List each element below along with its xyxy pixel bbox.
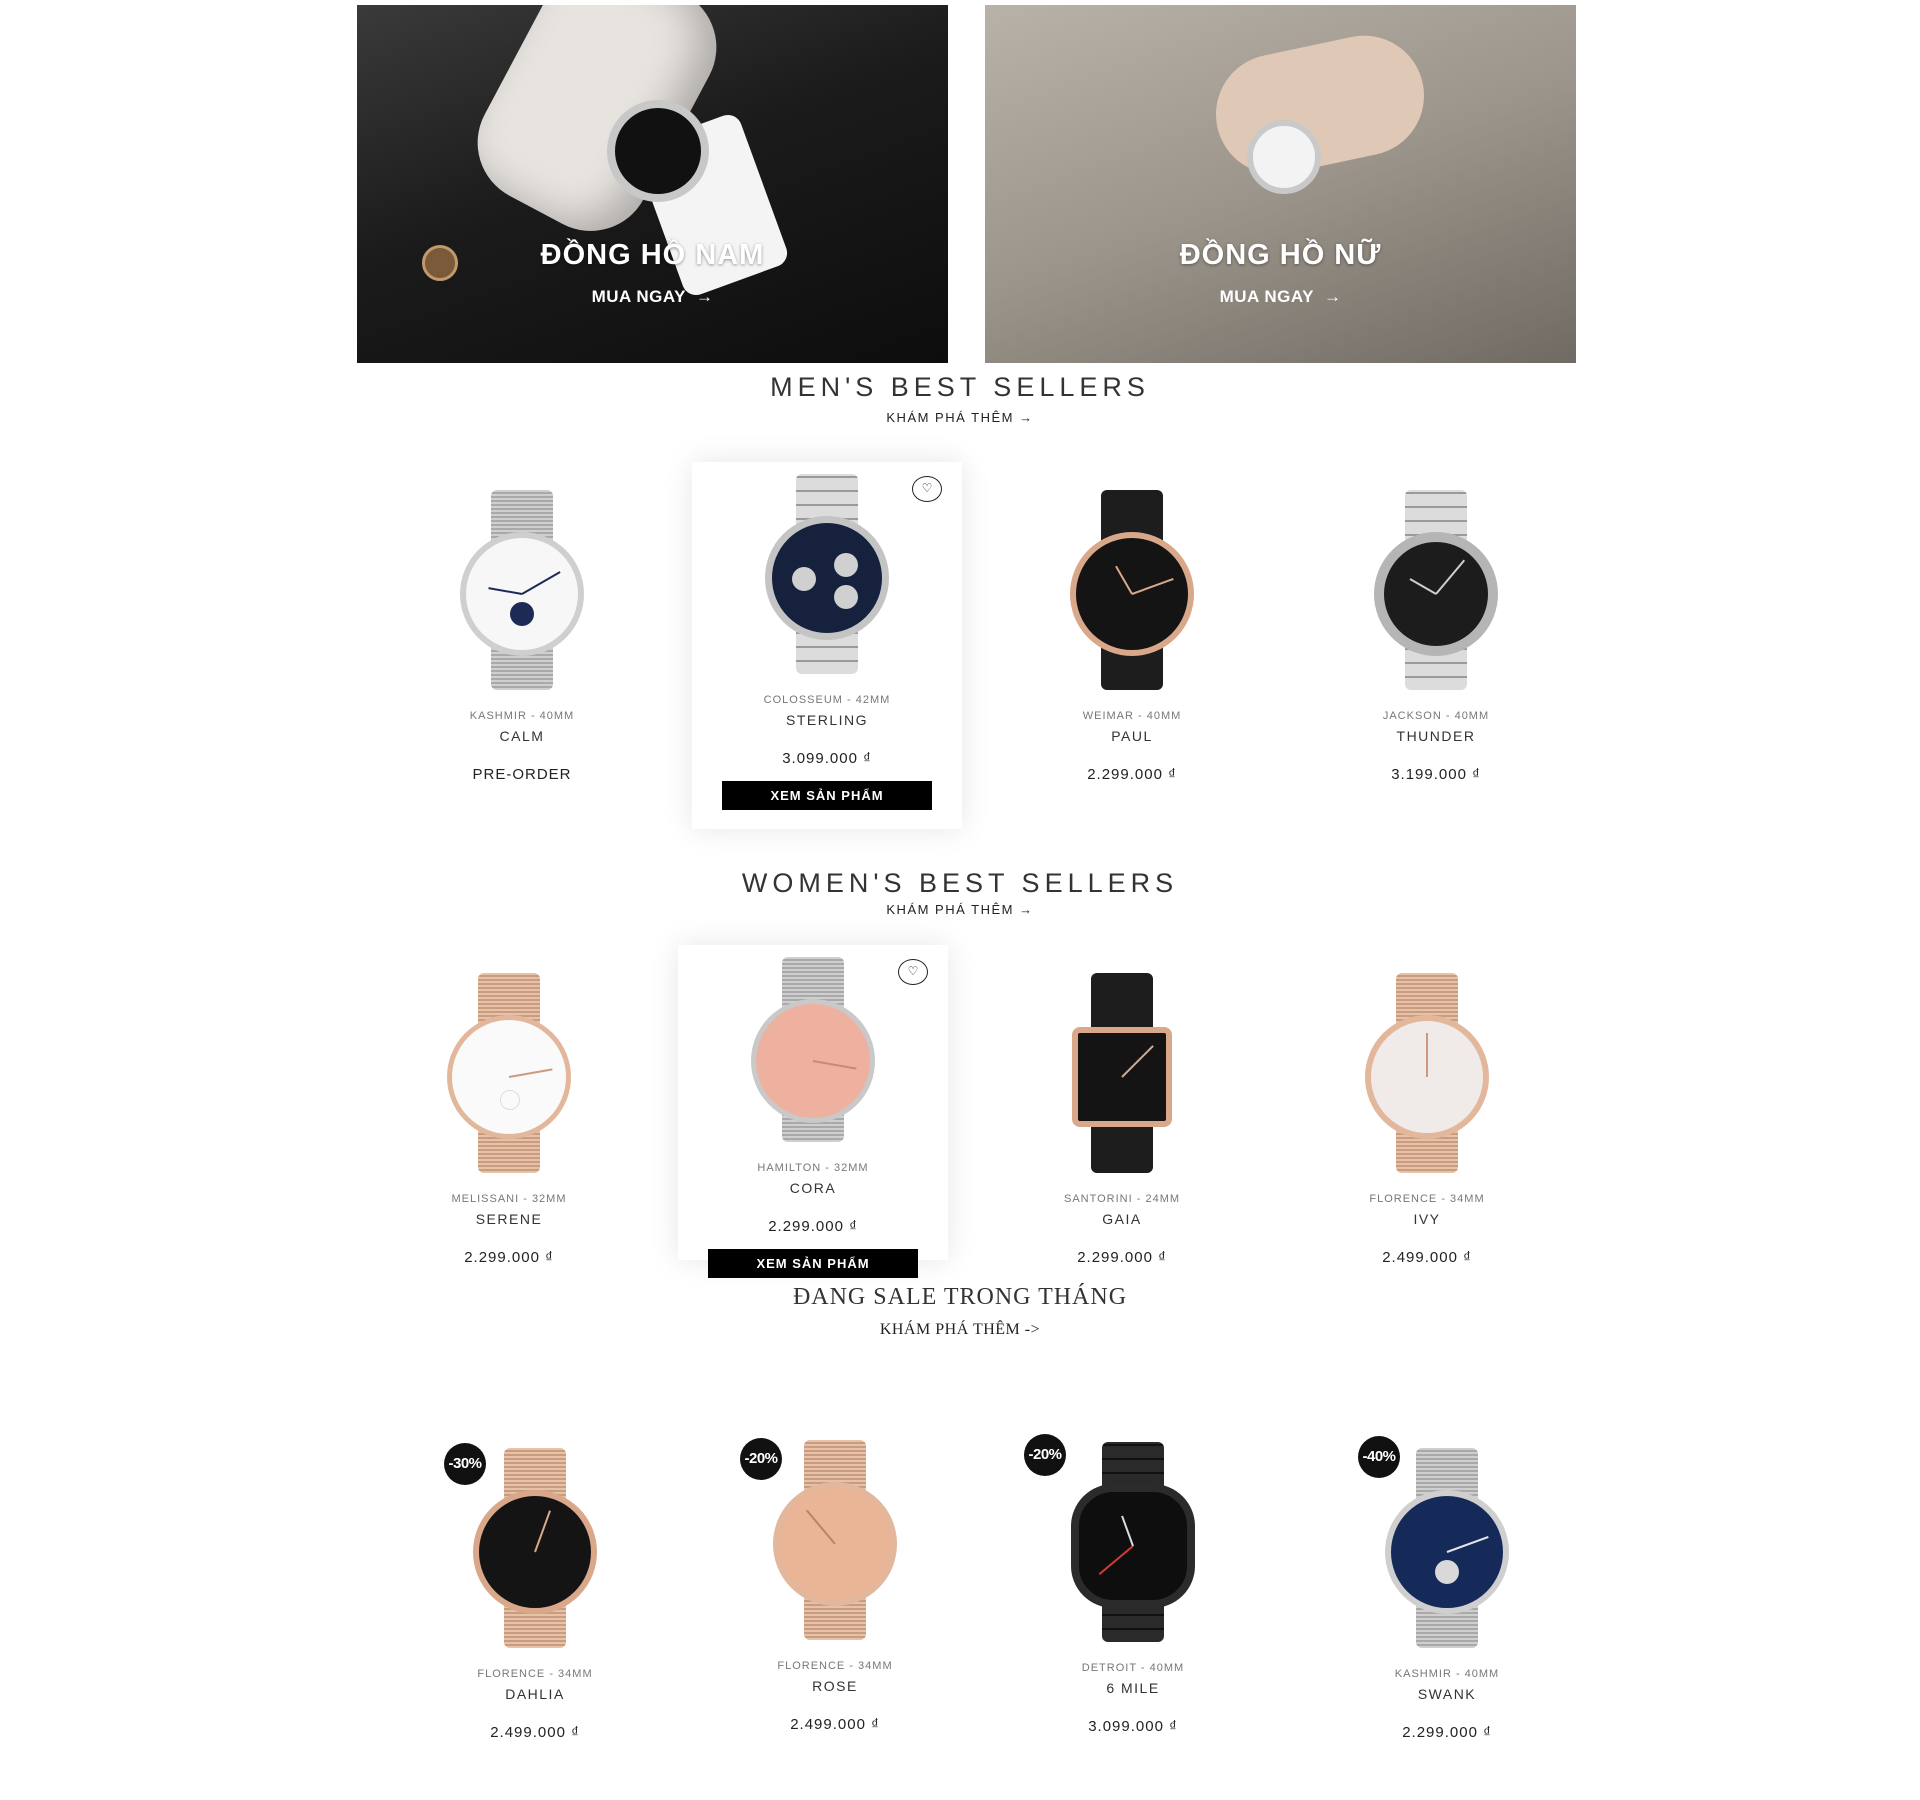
shop-now-link[interactable]: MUA NGAY →: [357, 287, 948, 307]
product-price: 2.499.000 ₫: [490, 1724, 580, 1741]
product-price: 2.299.000 ₫: [1402, 1724, 1492, 1741]
product-price: 3.099.000 ₫: [1088, 1718, 1178, 1735]
product-name: SERENE: [475, 1211, 543, 1227]
banner-title: ĐỒNG HỒ NAM: [540, 239, 765, 271]
product-name: DAHLIA: [505, 1686, 565, 1702]
product-name: PAUL: [1111, 728, 1153, 744]
product-price: 2.299.000 ₫: [1087, 766, 1177, 783]
explore-more-link[interactable]: KHÁM PHÁ THÊM →: [0, 902, 1920, 917]
banner-men[interactable]: ĐỒNG HỒ NAM MUA NGAY →: [357, 5, 948, 363]
product-card[interactable]: FLORENCE - 34MM IVY 2.499.000 ₫: [1292, 945, 1562, 1275]
product-name: SWANK: [1417, 1686, 1477, 1702]
heart-icon[interactable]: ♡: [898, 959, 928, 985]
product-card[interactable]: -20% DETROIT - 40MM 6 MILE 3.099.000 ₫: [998, 1428, 1268, 1758]
explore-more-link[interactable]: KHÁM PHÁ THÊM →: [0, 410, 1920, 425]
product-name: THUNDER: [1396, 728, 1476, 744]
product-image: [760, 1440, 910, 1640]
product-card[interactable]: WEIMAR - 40MM PAUL 2.299.000 ₫: [997, 462, 1267, 812]
product-collection: SANTORINI - 24MM: [1063, 1193, 1181, 1205]
view-product-button[interactable]: XEM SẢN PHẨM: [708, 1249, 918, 1278]
product-image: [447, 490, 597, 690]
product-image: [460, 1448, 610, 1648]
product-price: 3.199.000 ₫: [1391, 766, 1481, 783]
product-image: [1047, 973, 1197, 1173]
product-image: [1057, 490, 1207, 690]
product-name: IVY: [1413, 1211, 1441, 1227]
product-price: 3.099.000 ₫: [782, 750, 872, 767]
product-name: ROSE: [812, 1678, 858, 1694]
arrow-right-icon: →: [1323, 287, 1342, 306]
product-collection: KASHMIR - 40MM: [469, 710, 575, 722]
product-image: [738, 957, 888, 1142]
product-name: 6 MILE: [1106, 1680, 1160, 1696]
product-collection: KASHMIR - 40MM: [1394, 1668, 1500, 1680]
product-card[interactable]: KASHMIR - 40MM CALM PRE-ORDER: [387, 462, 657, 812]
arrow-right-icon: →: [695, 287, 714, 306]
product-card[interactable]: MELISSANI - 32MM SERENE 2.299.000 ₫: [374, 945, 644, 1275]
section-title-womens: WOMEN'S BEST SELLERS: [741, 868, 1179, 898]
heart-icon[interactable]: ♡: [912, 476, 942, 502]
product-price: 2.499.000 ₫: [1382, 1249, 1472, 1266]
product-collection: WEIMAR - 40MM: [1082, 710, 1182, 722]
product-image: [752, 474, 902, 674]
product-image: [434, 973, 584, 1173]
product-price: 2.299.000 ₫: [768, 1218, 858, 1235]
product-card[interactable]: SANTORINI - 24MM GAIA 2.299.000 ₫: [987, 945, 1257, 1275]
product-card[interactable]: -30% FLORENCE - 34MM DAHLIA 2.499.000 ₫: [400, 1428, 670, 1758]
product-image: [1372, 1448, 1522, 1648]
view-product-button[interactable]: XEM SẢN PHẨM: [722, 781, 932, 810]
explore-more-link[interactable]: KHÁM PHÁ THÊM ->: [0, 1321, 1920, 1339]
section-title-mens: MEN'S BEST SELLERS: [770, 372, 1150, 402]
product-card[interactable]: ♡ COLOSSEUM - 42MM STERLING 3.099.000 ₫ …: [692, 462, 962, 829]
banner-watch-image: [607, 100, 709, 202]
product-price: 2.299.000 ₫: [464, 1249, 554, 1266]
product-collection: JACKSON - 40MM: [1382, 710, 1490, 722]
banner-watch-image: [1247, 120, 1321, 194]
product-card[interactable]: JACKSON - 40MM THUNDER 3.199.000 ₫: [1301, 462, 1571, 812]
banner-title: ĐỒNG HỒ NỮ: [1179, 239, 1382, 271]
product-card[interactable]: -40% KASHMIR - 40MM SWANK 2.299.000 ₫: [1312, 1428, 1582, 1758]
shop-now-link[interactable]: MUA NGAY →: [985, 287, 1576, 307]
product-price: PRE-ORDER: [472, 766, 572, 783]
product-name: CALM: [499, 728, 545, 744]
product-collection: FLORENCE - 34MM: [777, 1660, 893, 1672]
product-name: GAIA: [1102, 1211, 1142, 1227]
product-collection: HAMILTON - 32MM: [757, 1162, 869, 1174]
product-name: STERLING: [785, 712, 868, 728]
product-name: CORA: [789, 1180, 837, 1196]
product-image: [1058, 1442, 1208, 1642]
product-collection: FLORENCE - 34MM: [1369, 1193, 1485, 1205]
banner-women[interactable]: ĐỒNG HỒ NỮ MUA NGAY →: [985, 5, 1576, 363]
product-collection: MELISSANI - 32MM: [451, 1193, 567, 1205]
section-title-sale: ĐANG SALE TRONG THÁNG: [792, 1284, 1128, 1310]
product-image: [1361, 490, 1511, 690]
product-card[interactable]: -20% FLORENCE - 34MM ROSE 2.499.000 ₫: [700, 1428, 970, 1758]
product-collection: COLOSSEUM - 42MM: [763, 694, 891, 706]
product-card[interactable]: ♡ HAMILTON - 32MM CORA 2.299.000 ₫ XEM S…: [678, 945, 948, 1278]
product-price: 2.499.000 ₫: [790, 1716, 880, 1733]
product-price: 2.299.000 ₫: [1077, 1249, 1167, 1266]
product-image: [1352, 973, 1502, 1173]
product-collection: DETROIT - 40MM: [1081, 1662, 1185, 1674]
product-collection: FLORENCE - 34MM: [477, 1668, 593, 1680]
